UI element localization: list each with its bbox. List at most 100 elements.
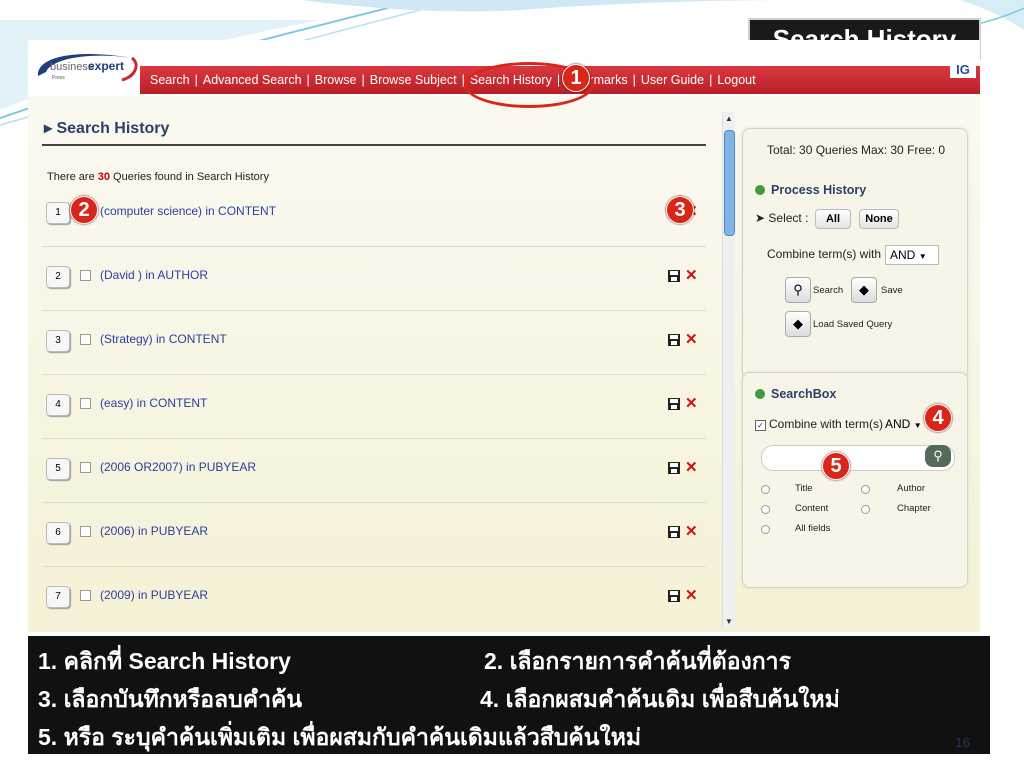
radio-title[interactable] [761,485,770,494]
nav-separator: | [709,73,713,87]
row-checkbox[interactable] [80,526,91,537]
history-row-4: 4 (easy) in CONTENT ✕ [42,374,706,439]
row-checkbox[interactable] [80,590,91,601]
section-divider [42,144,706,146]
nav-browse[interactable]: Browse [315,73,357,87]
select-all-button[interactable]: All [815,209,851,229]
select-label-text: Select : [768,211,809,225]
row-checkbox[interactable] [80,398,91,409]
delete-x-icon[interactable]: ✕ [685,330,698,348]
instruction-caption: 1. คลิกที่ Search History 2. เลือกรายการ… [28,636,990,754]
combine-operator-select[interactable]: AND ▼ [885,245,939,265]
select-none-button[interactable]: None [859,209,899,229]
nav-search[interactable]: Search [150,73,190,87]
nav-user-guide[interactable]: User Guide [641,73,704,87]
caption-step-5: 5. หรือ ระบุคำค้นเพิ่มเติม เพื่อผสมกับคำ… [38,724,642,750]
history-row-1: 1 (computer science) in CONTENT ✕ [42,182,706,247]
scrollbar-thumb[interactable] [724,130,735,236]
nav-separator: | [361,73,365,87]
search-history-main: ▸ Search History There are 30 Queries fo… [28,96,728,632]
row-checkbox[interactable] [80,462,91,473]
save-disk-icon[interactable] [668,590,680,602]
query-link[interactable]: (2009) in PUBYEAR [100,588,208,602]
query-link[interactable]: (2006) in PUBYEAR [100,524,208,538]
search-button-label[interactable]: Search [813,285,843,296]
query-link[interactable]: (easy) in CONTENT [100,396,207,410]
caption-step-1: 1. คลิกที่ Search History [38,648,291,674]
pin-icon: ➤ [755,211,769,225]
row-number: 2 [46,266,70,288]
scroll-down-arrow-icon[interactable]: ▼ [725,617,733,626]
app-window: business expert Press Search | Advanced Se… [28,40,980,632]
save-disk-icon[interactable] [668,526,680,538]
searchbox-operator-value: AND [885,417,911,431]
save-disk-icon[interactable] [668,270,680,282]
nav-logout[interactable]: Logout [717,73,755,87]
delete-x-icon[interactable]: ✕ [685,522,698,540]
caption-step-4: 4. เลือกผสมคำค้นเดิม เพื่อสืบค้นใหม่ [480,686,840,712]
load-saved-query-label[interactable]: Load Saved Query [813,319,892,330]
nav-separator: | [306,73,310,87]
row-checkbox[interactable] [80,334,91,345]
delete-x-icon[interactable]: ✕ [685,266,698,284]
query-link[interactable]: (David ) in AUTHOR [100,268,208,282]
radio-author[interactable] [861,485,870,494]
history-row-2: 2 (David ) in AUTHOR ✕ [42,246,706,311]
nav-separator: | [632,73,636,87]
section-title-text: Search History [56,120,170,137]
save-disk-icon[interactable] [668,398,680,410]
query-link[interactable]: (Strategy) in CONTENT [100,332,227,346]
process-history-heading: Process History [755,183,866,197]
load-diamond-icon[interactable]: ◆ [785,311,811,337]
search-go-icon[interactable]: ⚲ [925,445,951,467]
searchbox-heading: SearchBox [755,387,836,401]
radio-all-fields[interactable] [761,525,770,534]
combine-with-row: ✓ Combine with term(s) [755,417,883,431]
field-author-label: Author [897,483,925,494]
save-disk-icon[interactable] [668,334,680,346]
row-number: 5 [46,458,70,480]
caption-step-3: 3. เลือกบันทึกหรือลบคำค้น [38,686,303,712]
corner-badge: IG [950,62,976,78]
marker-3: 3 [666,196,694,224]
query-link[interactable]: (2006 OR2007) in PUBYEAR [100,460,256,474]
marker-2: 2 [70,196,98,224]
save-button-label[interactable]: Save [881,285,903,296]
searchbox-title: SearchBox [771,387,837,401]
process-history-title: Process History [771,183,867,197]
radio-content[interactable] [761,505,770,514]
vertical-scrollbar[interactable]: ▲ ▼ [722,112,735,628]
nav-items: Search | Advanced Search | Browse | Browse Sub… [150,66,756,94]
combine-operator-value: AND [890,248,916,262]
combine-checkbox[interactable]: ✓ [755,420,766,431]
page-number: 16 [955,735,970,750]
row-number: 3 [46,330,70,352]
save-diamond-icon[interactable]: ◆ [851,277,877,303]
chevron-down-icon: ▼ [918,252,927,261]
radio-chapter[interactable] [861,505,870,514]
select-label: ➤ Select : [755,211,808,225]
save-disk-icon[interactable] [668,462,680,474]
caption-step-2: 2. เลือกรายการคำค้นที่ต้องการ [484,648,791,674]
row-checkbox[interactable] [80,270,91,281]
field-all-label: All fields [795,523,831,534]
delete-x-icon[interactable]: ✕ [685,394,698,412]
marker-1: 1 [562,64,590,92]
magnifier-search-icon[interactable]: ⚲ [785,277,811,303]
scroll-up-arrow-icon[interactable]: ▲ [725,114,733,123]
marker-5: 5 [822,452,850,480]
arrow-circle-icon [755,185,765,195]
delete-x-icon[interactable]: ✕ [685,586,698,604]
chevron-down-icon: ▼ [913,421,922,430]
nav-advanced-search[interactable]: Advanced Search [203,73,302,87]
arrow-circle-icon [755,389,765,399]
totals-text: Total: 30 Queries Max: 30 Free: 0 [767,143,946,157]
marker-4: 4 [924,404,952,432]
delete-x-icon[interactable]: ✕ [685,458,698,476]
history-row-6: 6 (2006) in PUBYEAR ✕ [42,502,706,567]
field-title-label: Title [795,483,813,494]
nav-browse-subject[interactable]: Browse Subject [370,73,457,87]
combine-with-label: Combine with term(s) [769,417,884,431]
combine-label: Combine term(s) with [767,247,882,261]
query-link[interactable]: (computer science) in CONTENT [100,204,276,218]
